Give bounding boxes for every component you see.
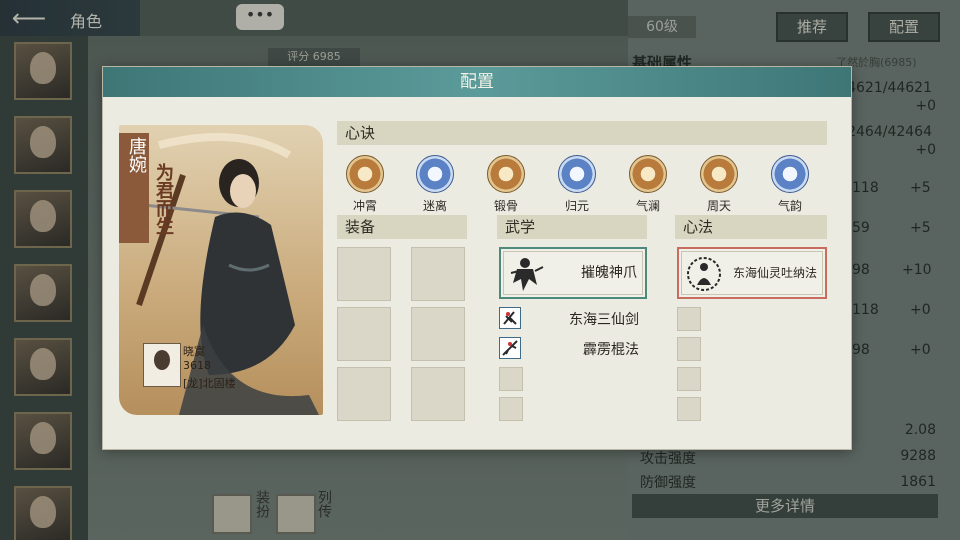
owner-score: 3618 — [183, 359, 211, 372]
xinjue-skill[interactable]: 周天 — [691, 155, 747, 214]
config-modal: 配置 唐婉 为君而生 晓寞 3618 [龙]北固楼 心诀 冲霄 迷离 锻骨 归元… — [102, 66, 852, 450]
owner-name: 晓寞 — [183, 345, 205, 358]
duangu-icon — [487, 155, 525, 193]
xinjue-skill[interactable]: 归元 — [549, 155, 605, 214]
claw-fighter-icon — [510, 258, 544, 291]
equipment-header: 装备 — [337, 215, 467, 239]
xinjue-header: 心诀 — [337, 121, 827, 145]
equipment-slot[interactable] — [411, 367, 465, 421]
heart-method-empty-slot[interactable] — [677, 367, 701, 391]
xinjue-skill[interactable]: 气韵 — [762, 155, 818, 214]
equipment-slot[interactable] — [411, 247, 465, 301]
character-motto: 为君而生 — [153, 163, 174, 235]
skill-label: 气韵 — [777, 199, 802, 213]
meditation-icon — [687, 257, 721, 291]
skill-label: 锻骨 — [493, 199, 518, 213]
qiyun-icon — [771, 155, 809, 193]
heart-method-header: 心法 — [675, 215, 827, 239]
martial-art-label[interactable]: 东海三仙剑 — [509, 309, 639, 329]
xinjue-skill[interactable]: 迷离 — [407, 155, 463, 214]
chongxiao-icon — [346, 155, 384, 193]
martial-empty-slot[interactable] — [499, 367, 523, 391]
skill-label: 迷离 — [422, 199, 447, 213]
character-card: 唐婉 为君而生 晓寞 3618 [龙]北固楼 — [119, 125, 323, 415]
skill-label: 冲霄 — [352, 199, 377, 213]
skill-label: 周天 — [706, 199, 731, 213]
zhoutian-icon — [700, 155, 738, 193]
xinjue-skill[interactable]: 锻骨 — [478, 155, 534, 214]
equipment-slot[interactable] — [337, 247, 391, 301]
owner-avatar — [143, 343, 181, 387]
martial-art-label[interactable]: 霹雳棍法 — [509, 339, 639, 359]
heart-method-empty-slot[interactable] — [677, 337, 701, 361]
martial-main-card[interactable]: 摧魄神爪 — [499, 247, 647, 299]
heart-method-main-card[interactable]: 东海仙灵吐纳法 — [677, 247, 827, 299]
heart-method-empty-slot[interactable] — [677, 307, 701, 331]
skill-label: 气澜 — [635, 199, 660, 213]
modal-title: 配置 — [460, 72, 494, 92]
guiyuan-icon — [558, 155, 596, 193]
equipment-slot[interactable] — [411, 307, 465, 361]
equipment-slot[interactable] — [337, 307, 391, 361]
martial-empty-slot[interactable] — [499, 397, 523, 421]
modal-header: 配置 — [103, 67, 851, 97]
skill-label: 归元 — [564, 199, 589, 213]
xinjue-skill[interactable]: 冲霄 — [337, 155, 393, 214]
owner-guild: [龙]北固楼 — [183, 377, 236, 390]
heart-method-main-label: 东海仙灵吐纳法 — [732, 266, 817, 280]
xinjue-skill[interactable]: 气澜 — [620, 155, 676, 214]
qilan-icon — [629, 155, 667, 193]
heart-method-empty-slot[interactable] — [677, 397, 701, 421]
equipment-slot[interactable] — [337, 367, 391, 421]
martial-header: 武学 — [497, 215, 647, 239]
character-name: 唐婉 — [126, 137, 147, 173]
mili-icon — [416, 155, 454, 193]
martial-main-label: 摧魄神爪 — [581, 265, 637, 281]
